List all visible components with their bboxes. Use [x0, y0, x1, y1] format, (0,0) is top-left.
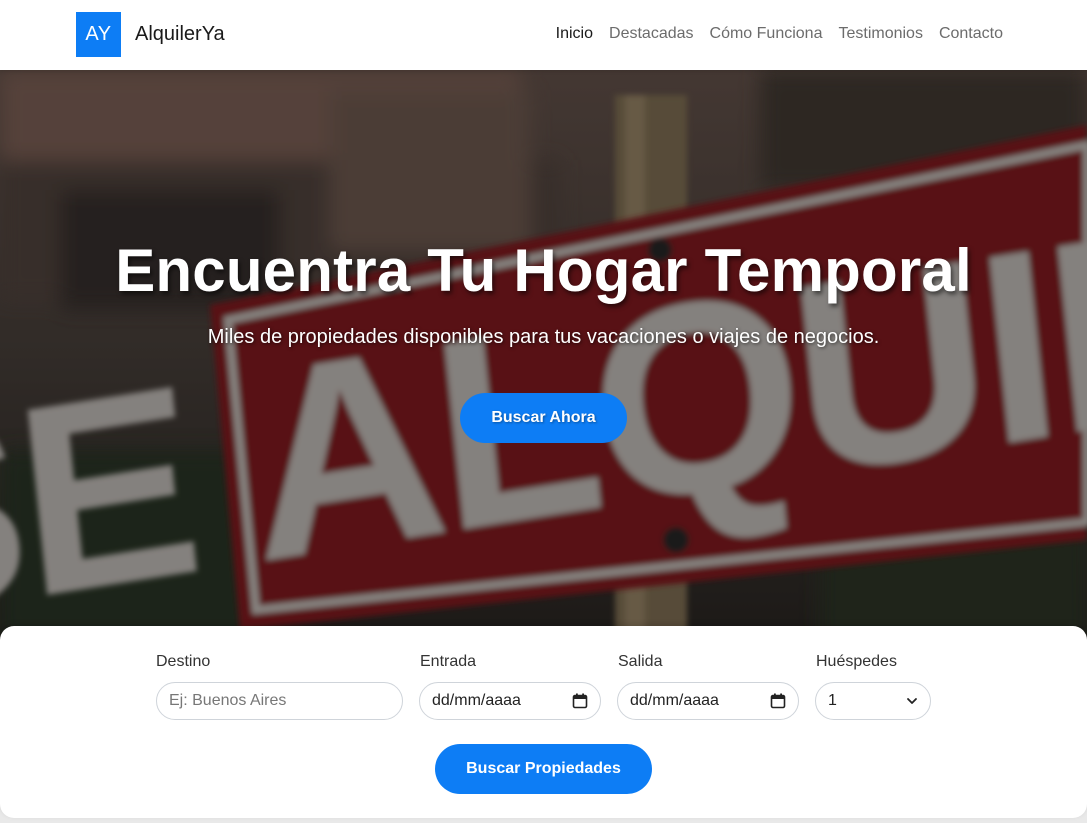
nav-link-testimonios[interactable]: Testimonios	[838, 25, 922, 43]
checkin-date-value: dd/mm/aaaa	[432, 692, 521, 709]
chevron-down-icon	[907, 698, 917, 704]
hero-section: SE ALQUILA Encuentra Tu Hogar Temporal M…	[0, 70, 1087, 640]
destination-field[interactable]	[156, 682, 403, 720]
checkin-label: Entrada	[420, 653, 477, 670]
guests-label: Huéspedes	[816, 653, 897, 670]
calendar-icon[interactable]	[770, 693, 786, 709]
main-nav: Inicio Destacadas Cómo Funciona Testimon…	[556, 25, 1003, 43]
nav-link-inicio[interactable]: Inicio	[556, 25, 593, 43]
checkin-date-input[interactable]: dd/mm/aaaa	[419, 682, 601, 720]
nav-link-como-funciona[interactable]: Cómo Funciona	[710, 25, 823, 43]
hero-content: Encuentra Tu Hogar Temporal Miles de pro…	[0, 70, 1087, 640]
brand-logo: AY	[76, 12, 121, 57]
navbar: AY AlquilerYa Inicio Destacadas Cómo Fun…	[0, 0, 1087, 70]
search-now-button[interactable]: Buscar Ahora	[460, 393, 627, 443]
search-properties-button[interactable]: Buscar Propiedades	[435, 744, 652, 794]
nav-link-destacadas[interactable]: Destacadas	[609, 25, 694, 43]
hero-subtitle: Miles de propiedades disponibles para tu…	[207, 326, 880, 348]
checkout-date-value: dd/mm/aaaa	[630, 692, 719, 709]
hero-title: Encuentra Tu Hogar Temporal	[115, 237, 972, 304]
brand-link[interactable]: AY AlquilerYa	[76, 12, 225, 57]
nav-link-contacto[interactable]: Contacto	[939, 25, 1003, 43]
destination-label: Destino	[156, 653, 211, 670]
calendar-icon[interactable]	[572, 693, 588, 709]
checkout-label: Salida	[618, 653, 663, 670]
checkout-date-input[interactable]: dd/mm/aaaa	[617, 682, 799, 720]
search-form: Destino Entrada dd/mm/aaaa Salida dd/mm/…	[0, 626, 1087, 818]
destination-input[interactable]	[169, 692, 390, 710]
guests-select[interactable]: 1	[815, 682, 931, 720]
brand-name: AlquilerYa	[135, 23, 225, 45]
guests-value: 1	[828, 692, 837, 709]
